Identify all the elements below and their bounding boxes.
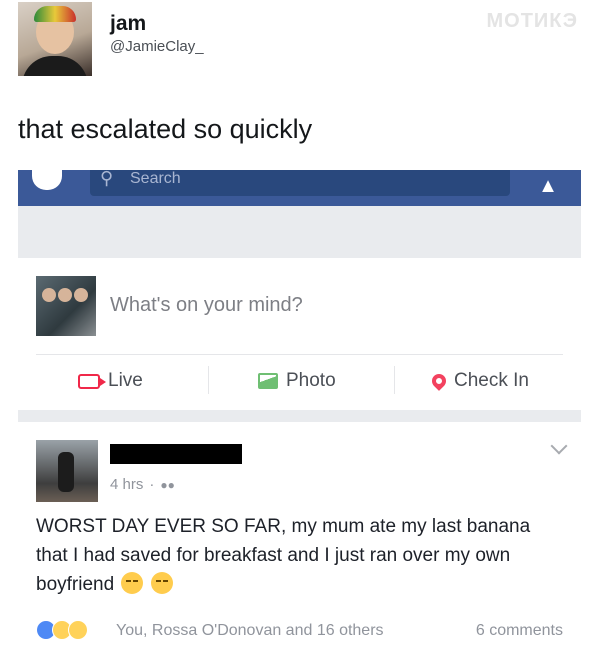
post-author-avatar[interactable] xyxy=(36,440,98,502)
search-placeholder: Search xyxy=(130,170,181,187)
composer-divider xyxy=(36,354,563,355)
live-video-icon xyxy=(78,373,106,389)
steam-face-icon xyxy=(150,572,173,594)
check-in-label: Check In xyxy=(454,370,529,391)
friend-requests-icon[interactable]: ▲ xyxy=(533,176,563,196)
reaction-icons[interactable] xyxy=(36,620,88,640)
post-timestamp[interactable]: 4 hrs xyxy=(110,476,143,493)
tweet-author-avatar[interactable] xyxy=(18,2,92,76)
messenger-icon[interactable] xyxy=(32,170,62,190)
photo-button[interactable]: Photo xyxy=(258,370,336,392)
action-divider xyxy=(394,366,395,394)
tweet-header: jam @JamieClay_ MOTИКЭ xyxy=(18,0,578,80)
post-footer: You, Rossa O'Donovan and 16 others 6 com… xyxy=(36,620,563,644)
friends-audience-icon[interactable]: ●● xyxy=(160,478,175,492)
search-icon: ⚲ xyxy=(100,170,114,188)
check-in-button[interactable]: Check In xyxy=(429,370,529,392)
feed-post: 4 hrs · ●● WORST DAY EVER SO FAR, my mum… xyxy=(18,422,581,660)
tweet-text: that escalated so quickly xyxy=(18,114,313,144)
reaction-summary[interactable]: You, Rossa O'Donovan and 16 others xyxy=(116,622,384,640)
facebook-topbar: ⚲ Search ▲ xyxy=(18,170,581,206)
live-button[interactable]: Live xyxy=(78,370,143,392)
composer-avatar xyxy=(36,276,96,336)
status-input[interactable]: What's on your mind? xyxy=(110,294,303,317)
wow-reaction-icon xyxy=(68,620,88,640)
disappointed-face-icon xyxy=(121,572,144,594)
watermark: MOTИКЭ xyxy=(486,10,578,32)
action-divider xyxy=(208,366,209,394)
chevron-down-icon[interactable] xyxy=(550,437,568,455)
post-meta: 4 hrs · ●● xyxy=(110,476,175,493)
location-pin-icon xyxy=(429,371,449,391)
comments-count[interactable]: 6 comments xyxy=(476,622,563,640)
post-body: WORST DAY EVER SO FAR, my mum ate my las… xyxy=(36,512,556,599)
meta-separator: · xyxy=(149,476,155,493)
facebook-screenshot: ⚲ Search ▲ What's on your mind? Live Pho… xyxy=(18,170,581,660)
search-input[interactable]: ⚲ Search xyxy=(90,170,510,196)
redacted-author-name xyxy=(110,444,242,464)
photo-icon xyxy=(258,373,278,389)
live-label: Live xyxy=(108,370,143,391)
tweet-display-name[interactable]: jam xyxy=(110,12,146,36)
photo-label: Photo xyxy=(286,370,336,391)
tweet-handle[interactable]: @JamieClay_ xyxy=(110,38,204,55)
post-body-text: WORST DAY EVER SO FAR, my mum ate my las… xyxy=(36,516,531,595)
status-composer: What's on your mind? Live Photo Check In xyxy=(18,258,581,410)
